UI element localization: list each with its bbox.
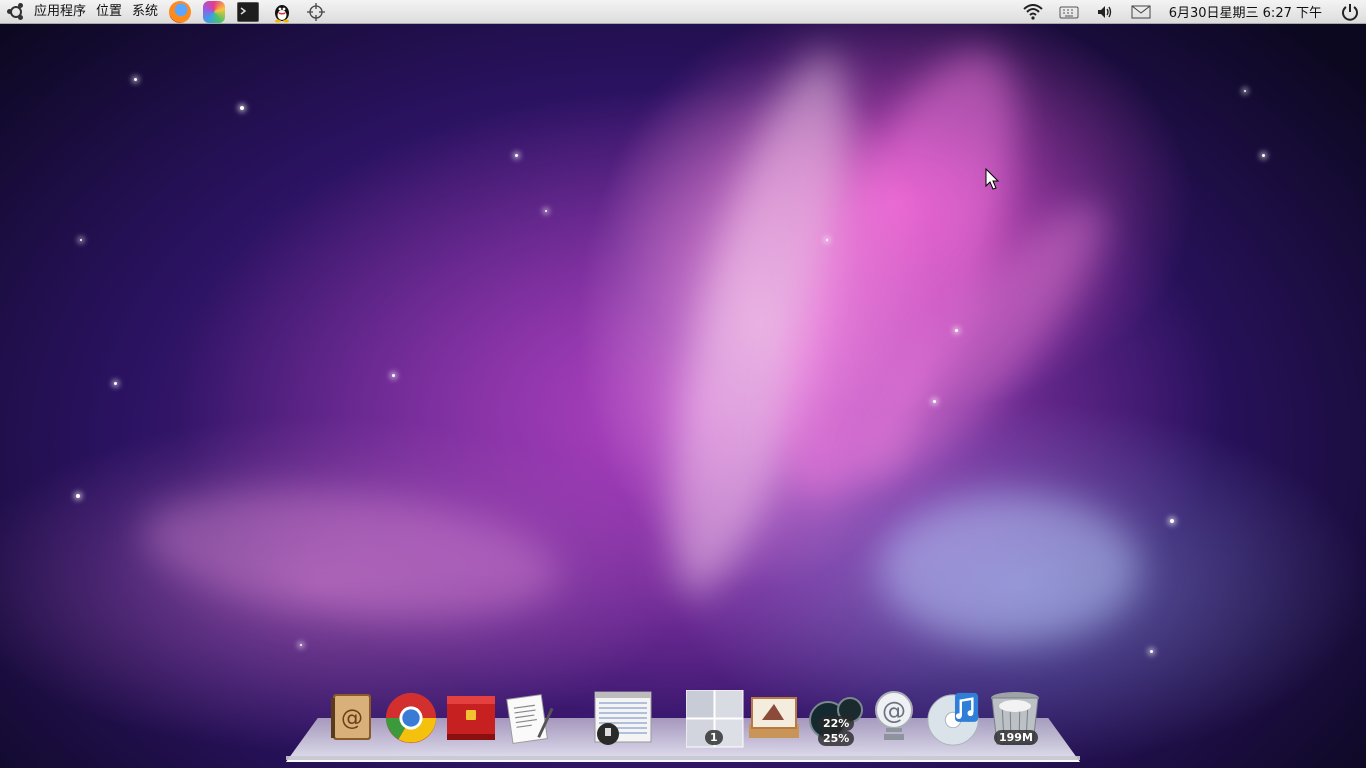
svg-text:@: @: [882, 697, 906, 725]
star: [545, 210, 547, 212]
star: [300, 644, 302, 646]
star: [1244, 90, 1246, 92]
cpu-monitor-icon[interactable]: 22% 25%: [806, 690, 864, 750]
address-book-icon[interactable]: @: [324, 690, 378, 750]
star: [955, 329, 958, 332]
star: [1150, 650, 1153, 653]
screenshot-thumbnail-icon[interactable]: [594, 690, 652, 750]
panel-right: 6月30日星期三 6:27 下午: [1015, 0, 1366, 23]
star: [515, 154, 518, 157]
power-icon[interactable]: [1340, 2, 1360, 22]
svg-text:@: @: [341, 706, 363, 731]
star: [76, 494, 80, 498]
chrome-icon[interactable]: [384, 690, 438, 750]
star: [240, 106, 244, 110]
dock-shelf-edge: [286, 756, 1080, 760]
mouse-cursor-icon: [985, 168, 999, 190]
cpu-usage-top: 22%: [818, 716, 855, 731]
ubuntu-logo-icon[interactable]: [7, 2, 25, 21]
star: [1262, 154, 1265, 157]
desktop-wallpaper: [0, 21, 1366, 768]
trash-icon[interactable]: 199M: [988, 690, 1042, 750]
workspace-switcher-icon[interactable]: 1: [686, 690, 744, 750]
aurora-beam: [880, 494, 1140, 644]
star: [134, 78, 137, 81]
wifi-icon[interactable]: [1023, 2, 1043, 22]
star: [114, 382, 117, 385]
itunes-icon[interactable]: [926, 690, 982, 750]
red-case-icon[interactable]: [444, 690, 498, 750]
menu-system[interactable]: 系统: [127, 0, 163, 24]
workspace-badge: 1: [705, 730, 723, 745]
star: [933, 400, 936, 403]
top-panel: 应用程序 位置 系统 6月30日星期三 6:27 下午: [0, 0, 1366, 24]
qq-icon[interactable]: [271, 1, 293, 23]
image-viewer-icon[interactable]: [746, 690, 802, 750]
star: [826, 239, 828, 241]
terminal-icon[interactable]: [237, 1, 260, 22]
aurora-beam: [134, 472, 566, 636]
text-editor-icon[interactable]: [502, 690, 556, 750]
crosshair-icon[interactable]: [305, 1, 327, 23]
mail-icon[interactable]: [1131, 2, 1151, 22]
menu-applications[interactable]: 应用程序: [29, 0, 91, 24]
panel-left: 应用程序 位置 系统: [0, 0, 333, 23]
volume-icon[interactable]: [1095, 2, 1115, 22]
mail-at-icon[interactable]: @: [868, 690, 924, 750]
star: [1170, 519, 1174, 523]
star: [80, 239, 82, 241]
firefox-icon[interactable]: [169, 0, 192, 23]
cpu-usage-bottom: 25%: [818, 731, 855, 746]
trash-size-badge: 199M: [994, 730, 1038, 745]
star: [392, 374, 395, 377]
color-picker-icon[interactable]: [203, 0, 226, 23]
menu-places[interactable]: 位置: [91, 0, 127, 24]
clock[interactable]: 6月30日星期三 6:27 下午: [1159, 2, 1332, 21]
keyboard-icon[interactable]: [1059, 2, 1079, 22]
